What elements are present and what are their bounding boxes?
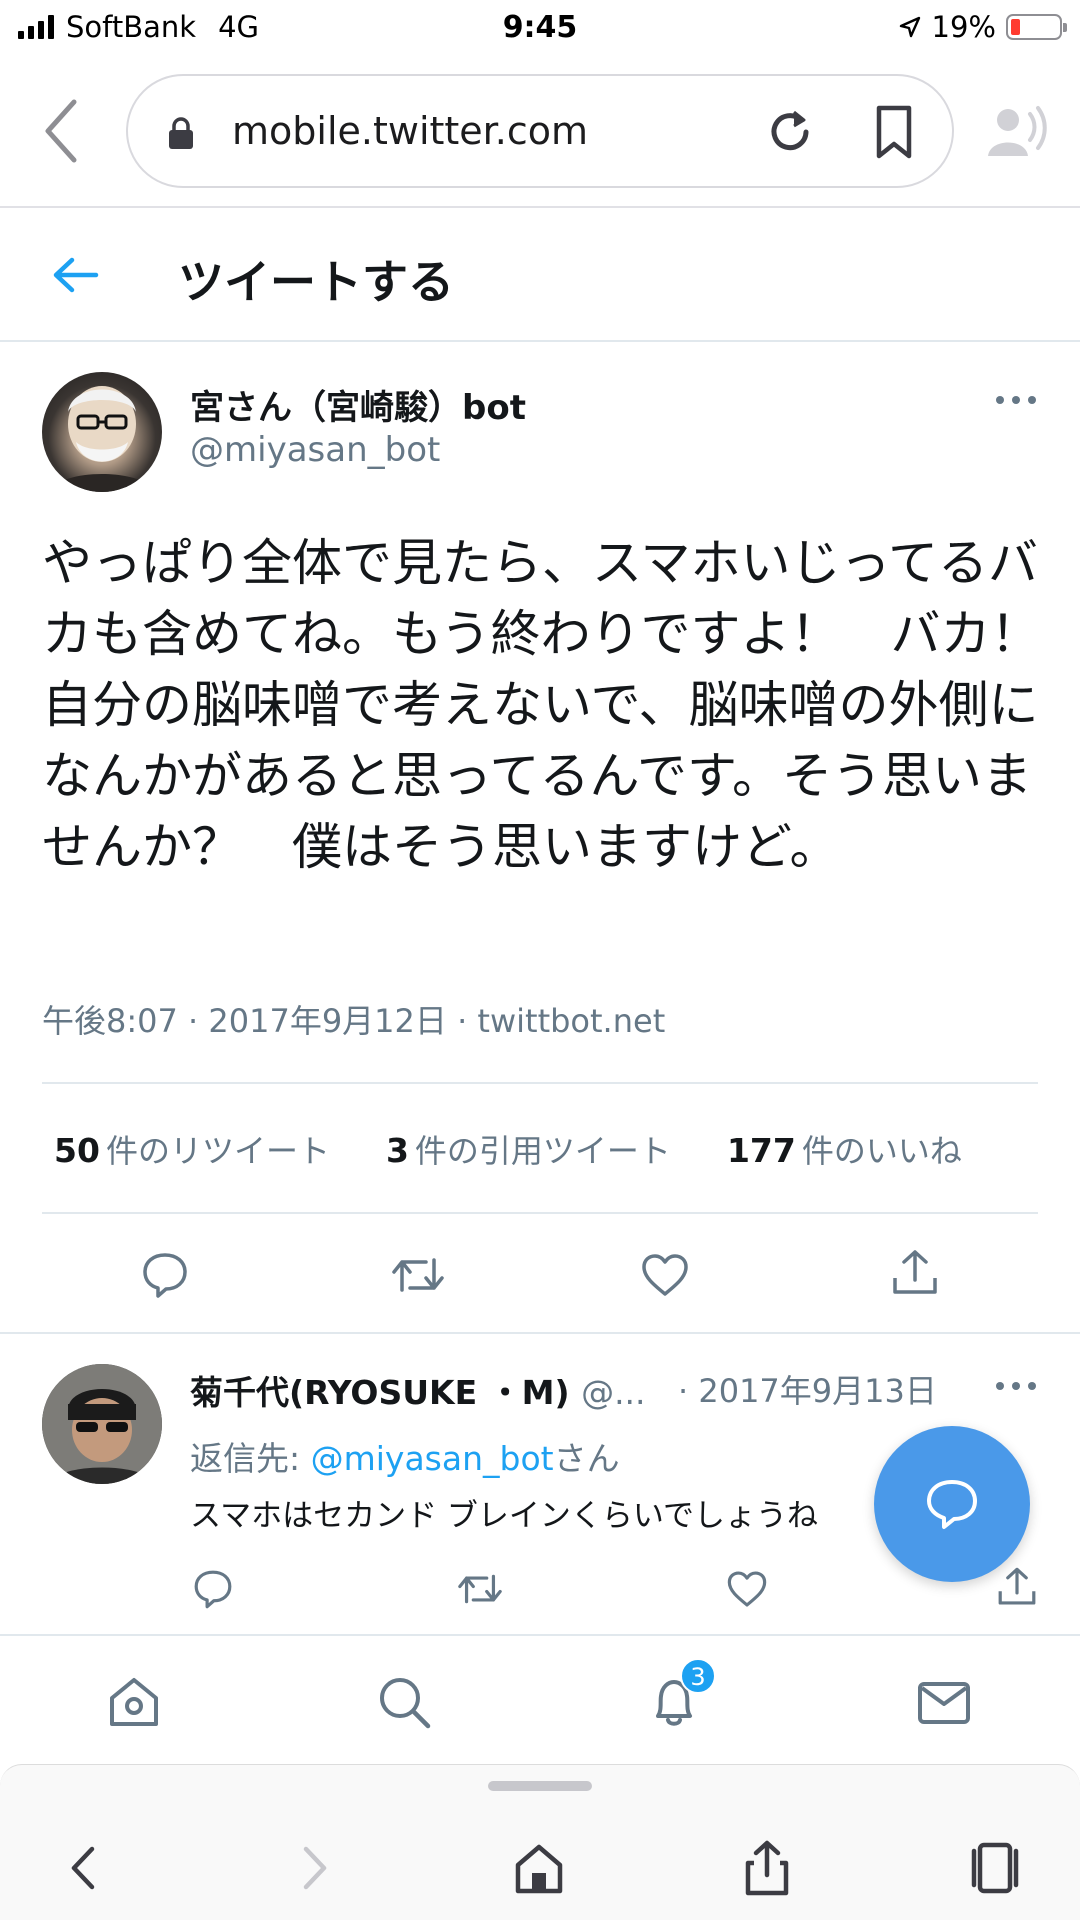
browser-toolbar [0, 1764, 1080, 1920]
author-name[interactable]: 宮さん（宮崎駿）bot [190, 380, 526, 429]
search-icon[interactable] [374, 1672, 434, 1732]
bottom-nav: 3 [0, 1634, 1080, 1764]
more-options-icon[interactable] [996, 396, 1036, 408]
share-icon[interactable] [890, 1248, 940, 1298]
browser-tabs-icon[interactable] [966, 1839, 1024, 1897]
tweet-timestamp[interactable]: 午後8:07 · 2017年9月12日 · twittbot.net [42, 996, 665, 1042]
reply-author-avatar[interactable] [42, 1364, 162, 1484]
like-count[interactable]: 177 件のいいね [727, 1126, 962, 1172]
tweet-text: やっぱり全体で見たら、スマホいじってるバカも含めてね。もう終わりですよ！ バカ！… [42, 534, 1041, 876]
lock-icon [168, 116, 194, 150]
status-right: 19% [898, 10, 1067, 44]
page-header: ツイートする [0, 210, 1080, 342]
more-options-icon[interactable] [996, 1382, 1036, 1394]
notification-badge: 3 [680, 1658, 716, 1694]
like-icon[interactable] [726, 1568, 768, 1610]
divider [42, 1212, 1038, 1214]
divider [42, 1082, 1038, 1084]
browser-forward-icon [284, 1839, 342, 1897]
reply-date[interactable]: · 2017年9月13日 [678, 1366, 937, 1412]
page-title: ツイートする [178, 255, 454, 309]
url-field[interactable]: mobile.twitter.com [126, 74, 954, 188]
location-arrow-icon [898, 15, 922, 39]
reply-bubble-icon [927, 1480, 977, 1529]
home-icon[interactable] [104, 1672, 164, 1732]
messages-icon[interactable] [914, 1672, 974, 1732]
retweet-icon[interactable] [456, 1568, 504, 1610]
author-avatar[interactable] [42, 372, 162, 492]
browser-home-icon[interactable] [510, 1839, 568, 1897]
browser-back-icon[interactable] [56, 1839, 114, 1897]
retweet-count[interactable]: 50 件のリツイート [54, 1126, 330, 1172]
bookmark-icon[interactable] [874, 104, 914, 160]
like-icon[interactable] [640, 1250, 690, 1300]
reload-icon[interactable] [764, 106, 816, 158]
battery-percent: 19% [931, 10, 996, 44]
browser-back-icon[interactable] [40, 96, 84, 166]
browser-share-icon[interactable] [738, 1839, 796, 1897]
voice-reader-icon[interactable] [984, 104, 1048, 160]
back-arrow-icon[interactable] [50, 252, 100, 298]
compose-reply-button[interactable] [874, 1426, 1030, 1582]
browser-address-bar: mobile.twitter.com [0, 56, 1080, 208]
retweet-icon[interactable] [390, 1250, 446, 1300]
reply-icon[interactable] [140, 1250, 190, 1300]
quote-count[interactable]: 3 件の引用ツイート [386, 1126, 671, 1172]
reply-text: スマホはセカンド ブレインくらいでしょうね [190, 1498, 818, 1534]
url-text[interactable]: mobile.twitter.com [232, 109, 588, 153]
divider [0, 1332, 1080, 1334]
reply-author[interactable]: 菊千代(RYOSUKE ・M) @... [190, 1366, 646, 1414]
toolbar-handle[interactable] [488, 1781, 592, 1791]
reply-icon[interactable] [192, 1568, 234, 1610]
reply-to-line: 返信先: @miyasan_botさん [190, 1439, 620, 1478]
battery-icon [1006, 14, 1067, 40]
tweet-stats: 50 件のリツイート 3 件の引用ツイート 177 件のいいね [54, 1126, 1034, 1172]
author-handle[interactable]: @miyasan_bot [190, 430, 440, 470]
share-icon[interactable] [996, 1566, 1038, 1608]
mention-link[interactable]: @miyasan_bot [311, 1439, 554, 1478]
status-bar: SoftBank 4G 9:45 19% [0, 0, 1080, 56]
